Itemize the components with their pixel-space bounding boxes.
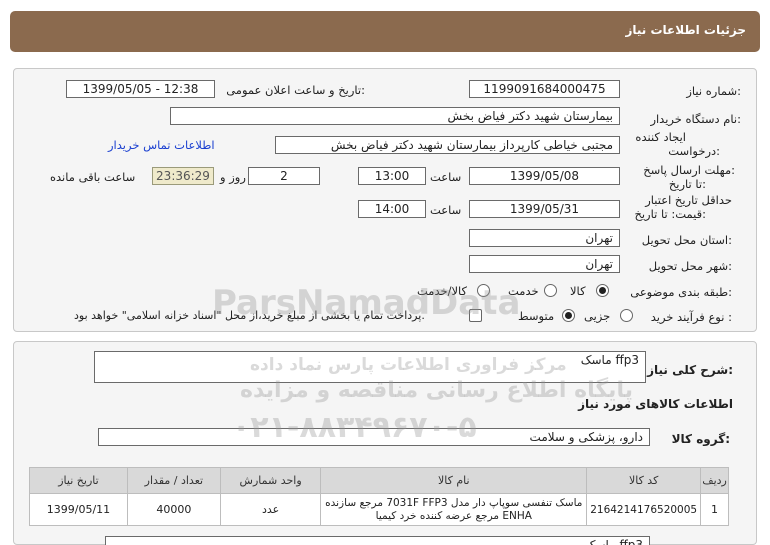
goods-table-header: ردیف کد کالا نام کالا واحد شمارش تعداد /… [29, 467, 729, 494]
validity-time-field: 14:00 [358, 200, 426, 218]
validity-date-field: 1399/05/31 [469, 200, 620, 218]
process-minor-radio[interactable] [620, 309, 633, 322]
province-field: تهران [469, 229, 620, 247]
announce-label: تاریخ و ساعت اعلان عمومی: [226, 83, 365, 97]
col-date: تاریخ نیاز [29, 467, 128, 494]
cell-row: 1 [700, 493, 729, 526]
days-field: 2 [248, 167, 320, 185]
goods-group-label: گروه کالا: [671, 432, 730, 446]
watermark-brand: ParsNamadData [212, 283, 521, 323]
goods-table: ردیف کد کالا نام کالا واحد شمارش تعداد /… [29, 467, 729, 526]
category-label: طبقه بندی موضوعی: [630, 285, 732, 299]
category-goods-radio[interactable] [596, 284, 609, 297]
contact-buyer-link[interactable]: اطلاعات تماس خریدار [108, 138, 215, 152]
deadline-time-label: ساعت [430, 170, 462, 184]
process-medium-radio[interactable] [562, 309, 575, 322]
bottom-summary-field: ماسک ffp3 [105, 536, 650, 545]
buyer-label: نام دستگاه خریدار: [650, 112, 741, 126]
process-minor-label: جزیی [584, 309, 611, 323]
process-label: نوع فرآیند خرید : [650, 310, 732, 324]
deadline-date-field: 1399/05/08 [469, 167, 620, 185]
creator-label-1: ایجاد کننده [635, 130, 686, 144]
deadline-time-field: 13:00 [358, 167, 426, 185]
announce-field: 1399/05/05 - 12:38 [66, 80, 215, 98]
creator-label-2: درخواست: [668, 144, 720, 158]
validity-label-2: قیمت: تا تاریخ: [634, 207, 706, 221]
need-number-label: شماره نیاز: [686, 84, 741, 98]
watermark-line2: مرکز فراوری اطلاعات پارس نماد داده [250, 355, 567, 375]
remaining-label: ساعت باقی مانده [50, 170, 136, 184]
city-field: تهران [469, 255, 620, 273]
page-header: جزئیات اطلاعات نیاز [10, 11, 760, 52]
province-label: استان محل تحویل: [641, 233, 732, 247]
page-title: جزئیات اطلاعات نیاز [625, 23, 746, 37]
deadline-label-1: مهلت ارسال پاسخ: [643, 163, 735, 177]
col-qty: تعداد / مقدار [126, 467, 221, 494]
creator-field: مجتبی خیاطی کارپرداز بیمارستان شهید دکتر… [275, 136, 620, 154]
category-service-radio[interactable] [544, 284, 557, 297]
process-medium-label: متوسط [518, 309, 555, 323]
col-code: کد کالا [586, 467, 702, 494]
summary-label: شرح کلی نیاز: [647, 363, 733, 377]
col-row: ردیف [700, 467, 729, 494]
table-row: 1 2164214176520005 ماسک تنفسی سوپاپ دار … [29, 493, 729, 526]
cell-name: ماسک تنفسی سوپاپ دار مدل 7031F FFP3 مرجع… [320, 493, 588, 526]
cell-code: 2164214176520005 [586, 493, 702, 526]
remaining-timer: 23:36:29 [152, 167, 214, 185]
deadline-label-2: تا تاریخ: [668, 177, 706, 191]
validity-label-1: حداقل تاریخ اعتبار [645, 193, 732, 207]
watermark-phone: ۰۲۱-۸۸۳۴۹۶۷۰-۵ [232, 410, 477, 445]
col-unit: واحد شمارش [219, 467, 322, 494]
buyer-field: بیمارستان شهید دکتر فیاض بخش [170, 107, 620, 125]
cell-unit: عدد [219, 493, 322, 526]
city-label: شهر محل تحویل: [648, 259, 732, 273]
days-label: روز و [220, 170, 246, 184]
validity-time-label: ساعت [430, 203, 462, 217]
col-name: نام کالا [320, 467, 588, 494]
cell-date: 1399/05/11 [29, 493, 128, 526]
watermark-line3: پایگاه اطلاع رسانی مناقصه و مزایده [240, 378, 633, 403]
cell-name-line1: ماسک تنفسی سوپاپ دار مدل 7031F FFP3 مرجع… [325, 496, 583, 509]
category-goods-label: کالا [570, 284, 586, 298]
cell-qty: 40000 [126, 493, 221, 526]
cell-name-line2: ENHA مرجع عرضه کننده خرد کیمیا [375, 509, 532, 522]
need-number-field: 1199091684000475 [469, 80, 620, 98]
